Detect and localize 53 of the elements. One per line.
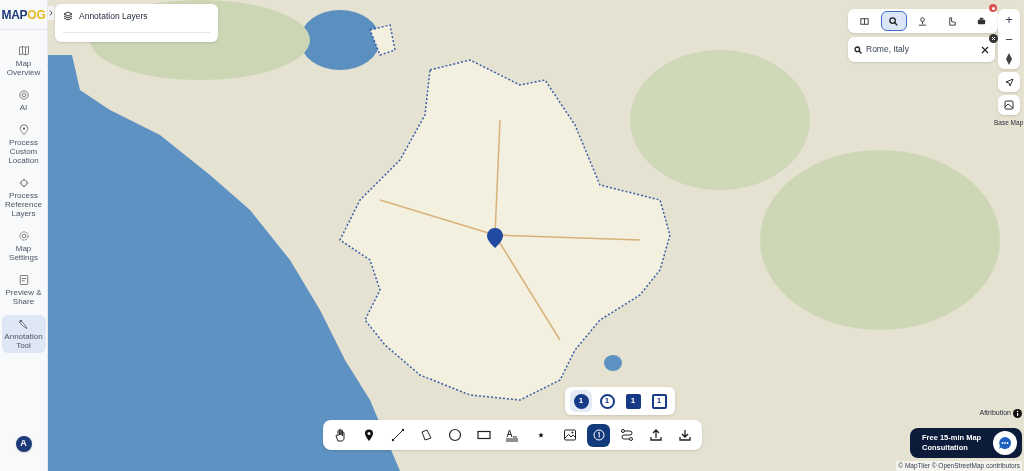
info-icon[interactable] <box>1013 408 1022 418</box>
map-layers-icon <box>1004 100 1014 110</box>
clear-icon[interactable] <box>981 45 989 54</box>
polygon-icon <box>419 428 434 442</box>
boot-icon <box>946 15 958 27</box>
map-pin-icon[interactable] <box>487 228 503 248</box>
circle-icon <box>448 428 463 442</box>
search-icon <box>854 45 862 54</box>
map-tool-button[interactable] <box>880 11 907 31</box>
printer-icon <box>975 15 987 27</box>
zoom-out-button[interactable]: − <box>998 29 1020 49</box>
locate-button[interactable] <box>998 72 1020 92</box>
sidebar-item[interactable]: Preview & Share <box>1 271 46 309</box>
search-field[interactable]: Rome, Italy <box>848 37 995 62</box>
download-icon <box>677 428 692 442</box>
panel-title: Annotation Layers <box>79 10 148 23</box>
sidebar-item[interactable]: Annotation Tool <box>1 315 46 353</box>
compass-icon <box>1006 53 1012 65</box>
numbered-circle-icon <box>591 428 606 442</box>
ruler-icon <box>859 15 871 27</box>
rectangle-icon <box>476 428 491 442</box>
search-field[interactable]: Rome, Italy <box>866 43 977 56</box>
logo-text[interactable]: MAP <box>1 5 28 24</box>
lake-shape <box>604 355 622 371</box>
sidebar-item[interactable]: Map Overview <box>1 42 46 80</box>
map-icon <box>17 45 30 57</box>
text-style-icon <box>505 428 520 442</box>
upload-icon <box>648 428 663 442</box>
chevron-icon <box>49 10 53 16</box>
region-boundary <box>369 24 396 56</box>
person-pin-icon <box>917 15 929 27</box>
layers-icon <box>63 11 73 22</box>
annotation-tool-button[interactable] <box>587 423 611 447</box>
search-icon <box>888 15 900 27</box>
hand-icon <box>333 428 348 442</box>
gear-icon <box>17 230 30 242</box>
collapse-tab[interactable] <box>48 6 54 20</box>
chat-icon <box>998 436 1012 450</box>
zoom-in-button[interactable]: + <box>998 9 1020 29</box>
image-icon <box>562 428 577 442</box>
base-map-button[interactable] <box>998 95 1020 115</box>
navigation-icon <box>1004 77 1014 87</box>
sidebar-item[interactable]: Process Custom Location <box>1 121 46 168</box>
target-icon <box>17 177 30 189</box>
user-avatar[interactable]: A <box>15 436 32 452</box>
sidebar-item[interactable]: Process Reference Layers <box>1 174 46 221</box>
line-icon <box>390 428 405 442</box>
sidebar-item[interactable]: Map Settings <box>1 227 46 265</box>
close-badge[interactable] <box>989 34 998 43</box>
route-icon <box>620 428 635 442</box>
sidebar-item[interactable]: AI <box>1 86 46 115</box>
document-icon <box>17 274 30 286</box>
location-pin-icon <box>17 124 30 136</box>
